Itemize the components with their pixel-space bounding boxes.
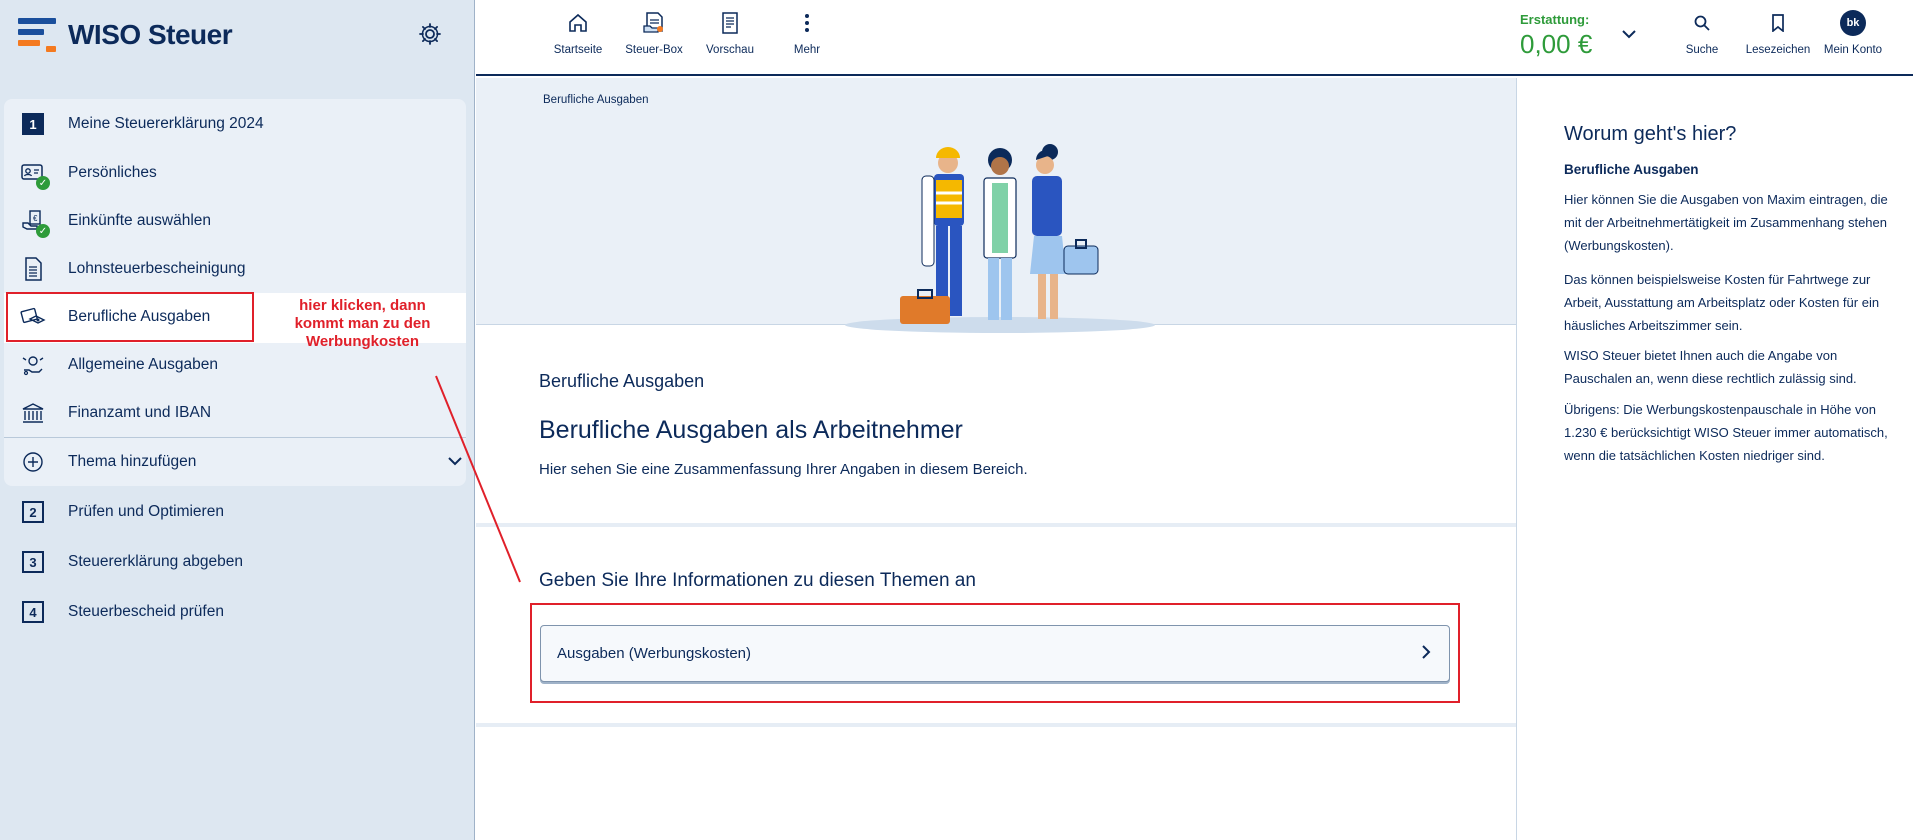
sidebar-item-meine-steuererklaerung[interactable]: 1 Meine Steuererklärung 2024 (20, 104, 264, 144)
logo-mark-icon (18, 18, 56, 52)
nav-label: Mehr (793, 44, 821, 56)
nav-mein-konto[interactable]: bk Mein Konto (1808, 10, 1898, 56)
step-3-icon: 3 (20, 549, 46, 575)
help-paragraph: WISO Steuer bietet Ihnen auch die Angabe… (1564, 348, 1857, 386)
refund-display[interactable]: Erstattung: 0,00 € (1520, 12, 1592, 60)
svg-text:€: € (33, 214, 38, 223)
section-separator (476, 523, 1516, 527)
nav-divider (4, 437, 466, 438)
step-4-icon: 4 (20, 599, 46, 625)
sidebar-item-label: Allgemeine Ausgaben (68, 356, 218, 373)
sidebar-item-thema-hinzufuegen[interactable]: Thema hinzufügen (20, 442, 462, 482)
sidebar: WISO Steuer 1 Meine Steuererklärung 2024… (0, 0, 475, 840)
main-content: Berufliche Ausgaben Berufliche Ausgaben … (476, 78, 1516, 840)
annotation-box-sidebar (6, 292, 254, 342)
topic-card-werbungskosten[interactable]: Ausgaben (Werbungskosten) (540, 625, 1450, 682)
sidebar-item-einkuenfte[interactable]: € ✓ Einkünfte auswählen (20, 201, 211, 241)
page-title: Berufliche Ausgaben als Arbeitnehmer (539, 416, 963, 444)
sidebar-item-label: Meine Steuererklärung 2024 (68, 115, 264, 132)
help-paragraph: Das können beispielsweise Kosten für Fah… (1564, 272, 1880, 333)
refund-chevron-down-icon[interactable] (1620, 25, 1638, 48)
help-paragraph: Hier können Sie die Ausgaben von Maxim e… (1564, 192, 1888, 253)
person-card-check-icon: ✓ (20, 160, 50, 190)
chevron-down-icon[interactable] (446, 452, 464, 475)
bank-icon (20, 400, 46, 426)
help-title: Worum geht's hier? (1564, 123, 1737, 145)
document-list-icon (20, 256, 46, 282)
sidebar-step-label: Steuerbescheid prüfen (68, 603, 224, 620)
section-separator (476, 723, 1516, 727)
help-subtitle: Berufliche Ausgaben (1564, 162, 1699, 177)
section-description: Hier sehen Sie eine Zusammenfassung Ihre… (539, 461, 1028, 478)
plus-circle-icon (20, 449, 46, 475)
sidebar-step-4[interactable]: 4 Steuerbescheid prüfen (20, 592, 224, 632)
refund-value: 0,00 € (1520, 29, 1593, 59)
breadcrumb[interactable]: Berufliche Ausgaben (543, 94, 649, 106)
income-check-icon: € ✓ (20, 208, 50, 238)
workers-illustration (845, 144, 1155, 333)
sidebar-item-label: Thema hinzufügen (68, 453, 197, 470)
refund-label: Erstattung: (1520, 12, 1590, 27)
chevron-right-icon (1419, 643, 1433, 665)
nav-mehr[interactable]: Mehr (762, 10, 852, 56)
step-2-icon: 2 (20, 499, 46, 525)
avatar: bk (1840, 10, 1866, 36)
logo-text: WISO Steuer (68, 19, 233, 50)
sidebar-step-3[interactable]: 3 Steuererklärung abgeben (20, 542, 243, 582)
sidebar-item-allgemeine-ausgaben[interactable]: Allgemeine Ausgaben (20, 345, 218, 385)
sidebar-step-label: Steuererklärung abgeben (68, 553, 243, 570)
sidebar-item-label: Lohnsteuerbescheinigung (68, 260, 246, 277)
step-1-icon: 1 (20, 111, 46, 137)
help-paragraph: Übrigens: Die Werbungskostenpauschale in… (1564, 402, 1888, 463)
info-heading: Geben Sie Ihre Informationen zu diesen T… (539, 570, 976, 591)
general-expenses-icon (20, 352, 46, 378)
sidebar-item-finanzamt[interactable]: Finanzamt und IBAN (20, 393, 211, 433)
sidebar-step-label: Prüfen und Optimieren (68, 503, 224, 520)
annotation-text: hier klicken, dann kommt man zu den Werb… (294, 297, 431, 350)
help-panel: Worum geht's hier? Berufliche Ausgaben H… (1516, 78, 1913, 840)
sidebar-item-label: Persönliches (68, 164, 157, 181)
gear-icon[interactable] (418, 22, 442, 46)
sidebar-step-2[interactable]: 2 Prüfen und Optimieren (20, 492, 224, 532)
nav-label: Mein Konto (1823, 44, 1883, 56)
section-label: Berufliche Ausgaben (539, 371, 705, 391)
wiso-logo[interactable]: WISO Steuer (18, 18, 233, 52)
topic-card-label: Ausgaben (Werbungskosten) (557, 645, 752, 662)
sidebar-item-label: Finanzamt und IBAN (68, 404, 212, 421)
more-vertical-icon (762, 10, 852, 36)
hero-banner: Berufliche Ausgaben (476, 78, 1516, 333)
sidebar-item-lohnsteuerbescheinigung[interactable]: Lohnsteuerbescheinigung (20, 249, 246, 289)
sidebar-item-persoenliches[interactable]: ✓ Persönliches (20, 153, 157, 193)
sidebar-item-label: Einkünfte auswählen (68, 212, 212, 229)
